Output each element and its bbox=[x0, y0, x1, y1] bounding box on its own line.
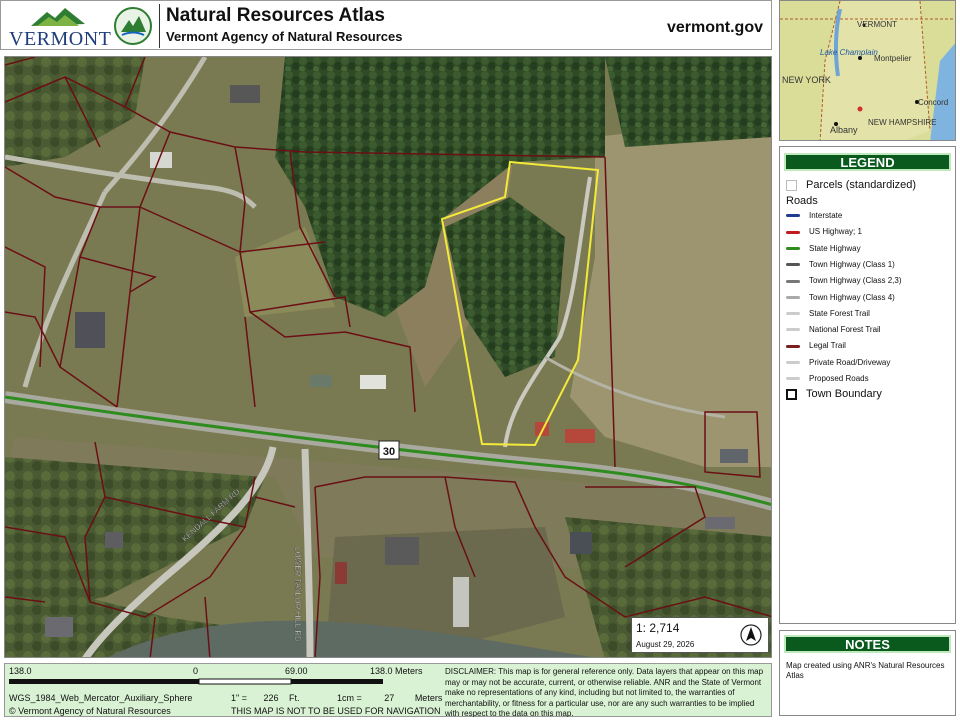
page-title: Natural Resources Atlas bbox=[166, 5, 385, 26]
legend-road-item: Legal Trail bbox=[786, 341, 846, 350]
scale-tick-mid: 69.00 bbox=[285, 666, 308, 676]
road-label: National Forest Trail bbox=[809, 325, 881, 335]
vermont-logo: VERMONT bbox=[7, 4, 111, 50]
road-label: Town Highway (Class 1) bbox=[809, 259, 895, 269]
legend-road-item: Town Highway (Class 2,3) bbox=[786, 276, 901, 285]
road-label: Town Highway (Class 2,3) bbox=[809, 276, 902, 286]
logo-text: VERMONT bbox=[9, 28, 112, 50]
page-subtitle: Vermont Agency of Natural Resources bbox=[166, 29, 403, 44]
notes-text: Map created using ANR's Natural Resource… bbox=[786, 661, 945, 680]
legend-roads-heading: Roads bbox=[786, 195, 818, 207]
legend-road-item: Town Highway (Class 1) bbox=[786, 260, 895, 269]
scale-ratio: 1: 2,714 bbox=[636, 621, 680, 635]
road-label: Town Highway (Class 4) bbox=[809, 292, 895, 302]
road-label: State Forest Trail bbox=[809, 308, 870, 318]
inset-label-lake-champlain: Lake Champlain bbox=[820, 48, 878, 57]
legend-road-item: Private Road/Driveway bbox=[786, 358, 890, 367]
road-label-lower-taylor-hill: LOWER TAYLOR HILL RD bbox=[293, 547, 302, 642]
projection-label: WGS_1984_Web_Mercator_Auxiliary_Sphere bbox=[9, 693, 193, 703]
north-arrow-icon bbox=[740, 624, 762, 646]
legend-road-item: State Forest Trail bbox=[786, 309, 870, 318]
scale-bar bbox=[9, 678, 383, 685]
inset-label-vermont: VERMONT bbox=[857, 20, 897, 29]
locator-map[interactable]: VERMONT Lake Champlain Montpelier NEW YO… bbox=[779, 0, 956, 141]
road-symbol bbox=[786, 344, 800, 348]
legend-road-item: Town Highway (Class 4) bbox=[786, 293, 895, 302]
inset-label-new-hampshire: NEW HAMPSHIRE bbox=[868, 118, 936, 127]
cm-scale: 1cm = 27 Meters bbox=[337, 693, 443, 703]
road-symbol bbox=[786, 263, 800, 267]
map-header: VERMONT Natural Resources Atlas Vermont … bbox=[0, 0, 772, 50]
road-label: Interstate bbox=[809, 211, 843, 220]
road-label: Private Road/Driveway bbox=[809, 357, 891, 367]
road-symbol bbox=[786, 377, 800, 381]
legend-title: LEGEND bbox=[784, 153, 951, 171]
inch-scale: 1" = 226 Ft. bbox=[231, 693, 300, 703]
road-symbol bbox=[786, 312, 800, 316]
legend-road-item: State Highway bbox=[786, 244, 861, 253]
notes-panel: NOTES Map created using ANR's Natural Re… bbox=[779, 630, 956, 716]
scale-box: 1: 2,714 August 29, 2026 bbox=[631, 617, 769, 653]
legend-panel: LEGEND Parcels (standardized) Roads Inte… bbox=[779, 146, 956, 624]
legend-road-item: Interstate bbox=[786, 211, 842, 220]
road-label: US Highway; 1 bbox=[809, 227, 862, 237]
inset-label-montpelier: Montpelier bbox=[874, 54, 912, 63]
disclaimer: DISCLAIMER: This map is for general refe… bbox=[445, 667, 764, 717]
legend-road-item: Proposed Roads bbox=[786, 374, 869, 383]
scale-tick-zero: 0 bbox=[193, 666, 199, 676]
scale-tick-left: 138.0 bbox=[9, 666, 32, 676]
road-symbol bbox=[786, 279, 800, 283]
notes-title: NOTES bbox=[784, 635, 951, 653]
header-divider bbox=[159, 4, 160, 48]
road-symbol bbox=[786, 214, 800, 218]
road-symbol bbox=[786, 328, 800, 332]
parcel-swatch bbox=[786, 179, 797, 191]
road-symbol bbox=[786, 230, 800, 234]
road-label: Legal Trail bbox=[809, 341, 846, 351]
map-footer: 138.0 0 69.00 138.0 Meters WGS_1984_Web_… bbox=[4, 663, 772, 717]
locator-map-graphic: VERMONT Lake Champlain Montpelier NEW YO… bbox=[780, 1, 955, 140]
anr-seal-icon bbox=[114, 7, 152, 45]
copyright: © Vermont Agency of Natural Resources bbox=[9, 706, 171, 716]
legend-road-item: National Forest Trail bbox=[786, 325, 881, 334]
town-boundary-swatch bbox=[786, 388, 797, 400]
route-shield-label: 30 bbox=[383, 446, 395, 458]
inset-label-new-york: NEW YORK bbox=[782, 75, 831, 85]
legend-town-boundary: Town Boundary bbox=[786, 388, 882, 400]
inset-label-concord: Concord bbox=[918, 98, 948, 107]
legend-road-item: US Highway; 1 bbox=[786, 227, 862, 236]
legend-parcels: Parcels (standardized) bbox=[786, 179, 916, 191]
road-symbol bbox=[786, 246, 800, 250]
navigation-warning: THIS MAP IS NOT TO BE USED FOR NAVIGATIO… bbox=[231, 706, 441, 716]
road-symbol bbox=[786, 295, 800, 299]
map-view[interactable]: 30 KENDALL FARM RD LOWER TAYLOR HILL RD bbox=[4, 56, 772, 658]
road-label: Proposed Roads bbox=[809, 374, 869, 383]
aerial-imagery[interactable]: 30 KENDALL FARM RD LOWER TAYLOR HILL RD bbox=[5, 57, 772, 658]
mountain-icon bbox=[31, 8, 85, 26]
inset-label-albany: Albany bbox=[830, 125, 858, 135]
road-symbol bbox=[786, 361, 800, 365]
map-date: August 29, 2026 bbox=[636, 640, 695, 649]
road-label: State Highway bbox=[809, 243, 861, 253]
scale-tick-right: 138.0 Meters bbox=[370, 666, 423, 676]
website-link[interactable]: vermont.gov bbox=[667, 19, 763, 37]
